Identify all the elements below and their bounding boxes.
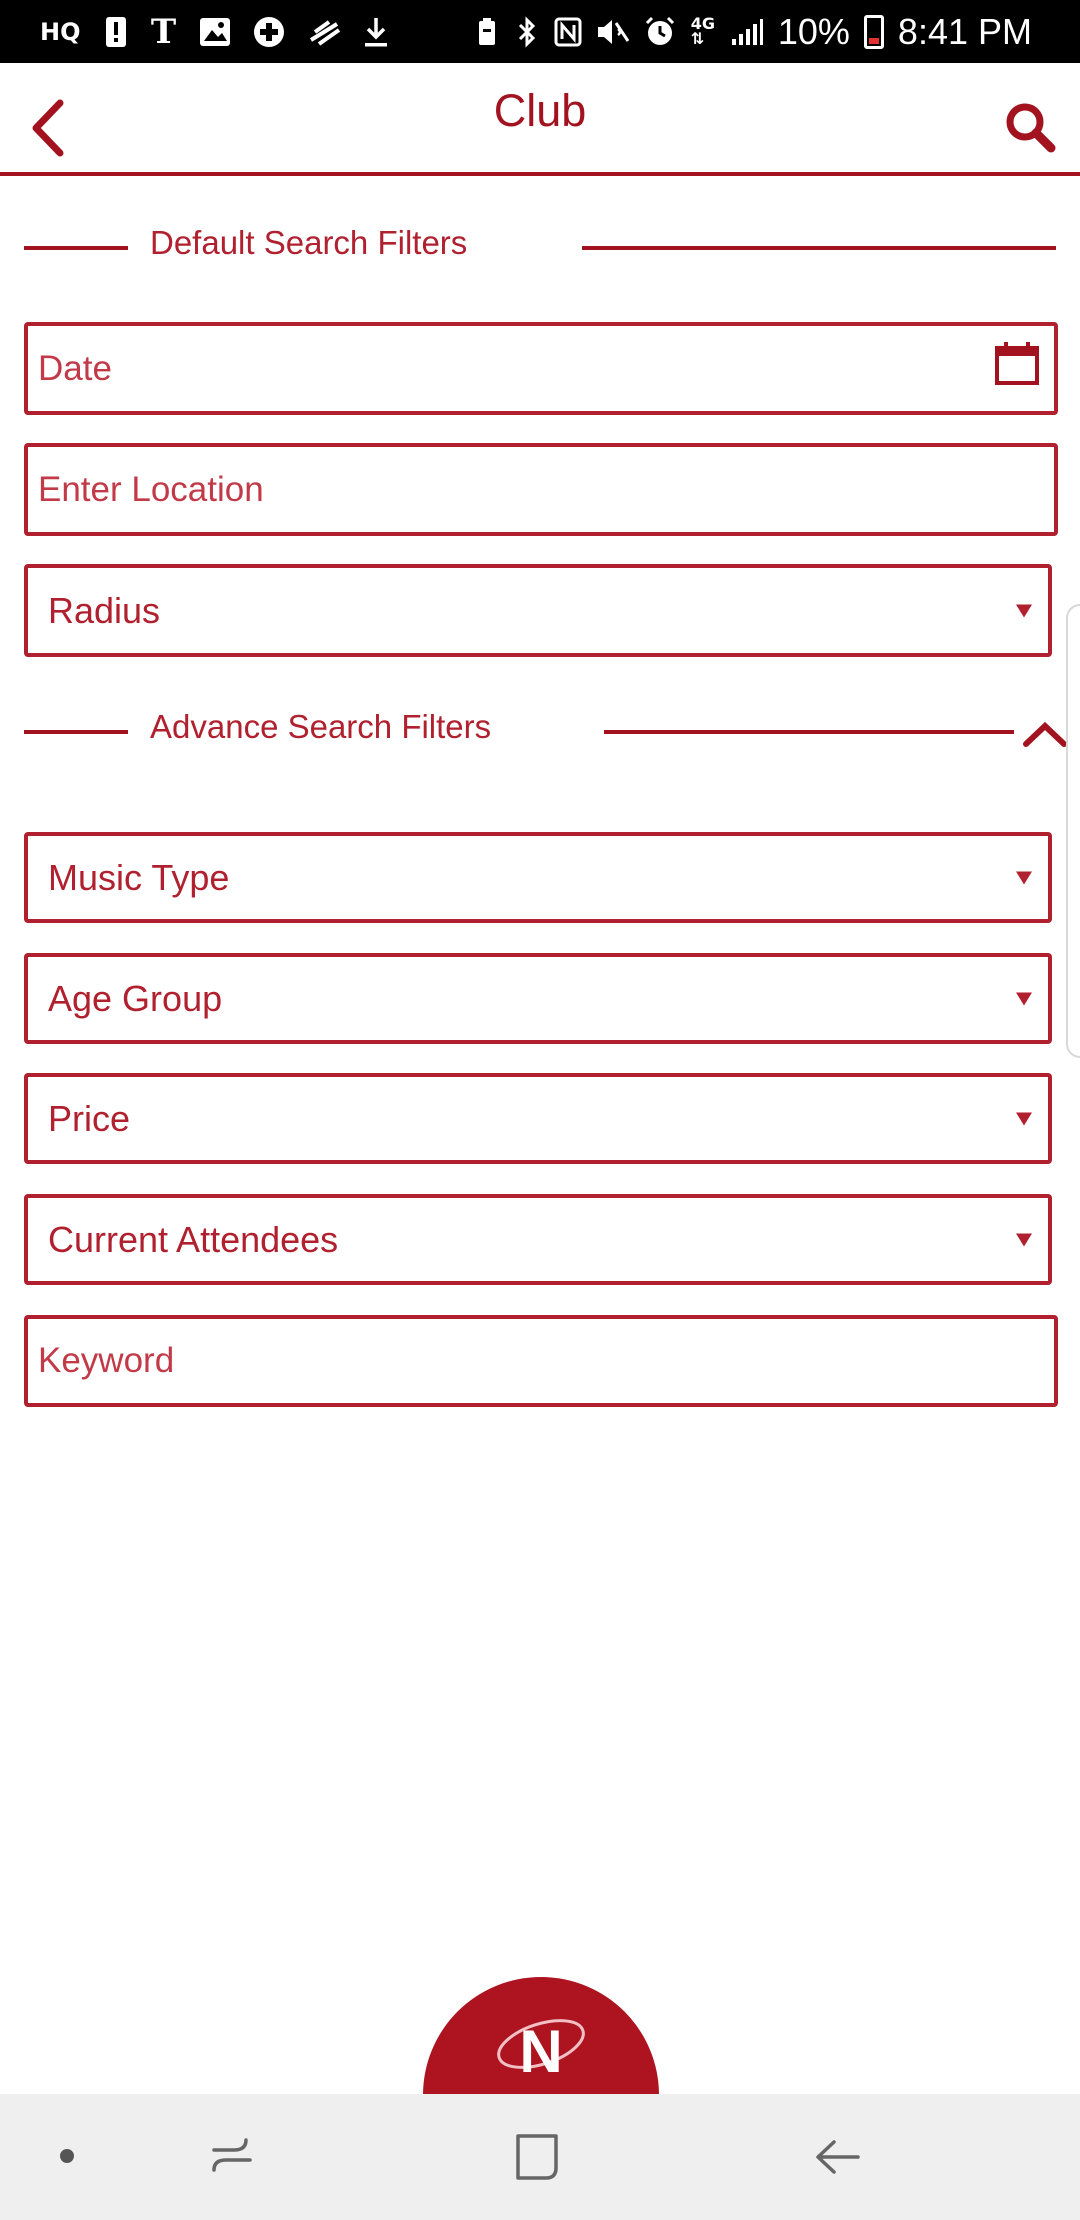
plus-icon xyxy=(253,15,285,49)
divider-left xyxy=(24,246,128,250)
location-field[interactable] xyxy=(24,443,1058,536)
hq-icon: HQ xyxy=(40,17,81,46)
status-right-icons: 4G ⇅ 10% 8:41 PM xyxy=(474,0,1032,63)
dropdown-arrow-icon xyxy=(1016,604,1032,617)
price-label: Price xyxy=(48,1097,131,1139)
age-group-label: Age Group xyxy=(48,977,223,1019)
home-icon xyxy=(516,2134,558,2180)
date-input[interactable] xyxy=(28,326,1054,411)
collapse-advance-button[interactable] xyxy=(1020,714,1070,754)
advance-filters-title: Advance Search Filters xyxy=(150,708,492,745)
keyword-field[interactable] xyxy=(24,1315,1058,1407)
status-left-icons: HQ T xyxy=(40,0,389,63)
dropdown-arrow-icon xyxy=(1016,1112,1032,1125)
alert-icon xyxy=(103,15,129,49)
dropdown-arrow-icon xyxy=(1016,992,1032,1005)
current-attendees-select[interactable]: Current Attendees xyxy=(24,1194,1052,1285)
nfc-icon xyxy=(554,15,582,49)
date-field[interactable] xyxy=(24,322,1058,415)
status-bar: HQ T 4G ⇅ 10% 8:41 PM xyxy=(0,0,1080,63)
price-select[interactable]: Price xyxy=(24,1073,1052,1164)
edge-panel-handle[interactable] xyxy=(1066,604,1080,1058)
music-type-select[interactable]: Music Type xyxy=(24,832,1052,923)
dropdown-arrow-icon xyxy=(1016,1233,1032,1246)
back-arrow-icon xyxy=(816,2140,860,2174)
logo-mark: N xyxy=(423,1977,659,2097)
radius-select[interactable]: Radius xyxy=(24,564,1052,657)
dropdown-arrow-icon xyxy=(1016,871,1032,884)
recents-button[interactable] xyxy=(200,2124,266,2190)
bluetooth-icon xyxy=(514,15,540,49)
age-group-select[interactable]: Age Group xyxy=(24,953,1052,1044)
location-input[interactable] xyxy=(28,447,1054,532)
home-button[interactable] xyxy=(504,2124,570,2190)
mute-icon xyxy=(596,15,630,49)
data-4g-icon: 4G ⇅ xyxy=(690,14,715,48)
music-type-label: Music Type xyxy=(48,856,230,898)
app-header: Club xyxy=(0,63,1080,176)
logo-letter: N xyxy=(519,2018,562,2082)
recents-icon xyxy=(212,2138,252,2172)
back-nav-button[interactable] xyxy=(806,2124,872,2190)
chevron-up-icon xyxy=(1023,721,1067,747)
default-filters-title: Default Search Filters xyxy=(150,224,468,261)
search-button[interactable] xyxy=(1002,99,1058,155)
calendar-icon[interactable] xyxy=(994,340,1040,386)
zip-icon xyxy=(307,15,341,49)
nav-dot-icon[interactable] xyxy=(60,2149,74,2163)
keyword-input[interactable] xyxy=(28,1319,1054,1403)
image-icon xyxy=(199,15,231,49)
default-filters-header: Default Search Filters xyxy=(0,218,1080,278)
download-icon xyxy=(363,15,389,49)
battery-icon xyxy=(863,14,884,49)
page-title: Club xyxy=(493,85,587,136)
battery-saver-icon xyxy=(474,15,500,49)
signal-icon xyxy=(730,15,764,49)
divider-left xyxy=(24,730,128,734)
divider-right xyxy=(604,730,1014,734)
tmobile-icon: T xyxy=(150,11,177,52)
alarm-icon xyxy=(644,15,676,49)
system-nav-bar xyxy=(0,2094,1080,2220)
battery-percent: 10% xyxy=(777,10,850,52)
current-attendees-label: Current Attendees xyxy=(48,1218,339,1260)
radius-label: Radius xyxy=(48,589,161,631)
divider-right xyxy=(582,246,1056,250)
clock: 8:41 PM xyxy=(897,10,1032,52)
logo-swoosh-icon: N xyxy=(497,2018,585,2082)
search-icon xyxy=(1006,103,1056,153)
advance-filters-header: Advance Search Filters xyxy=(0,702,1080,762)
